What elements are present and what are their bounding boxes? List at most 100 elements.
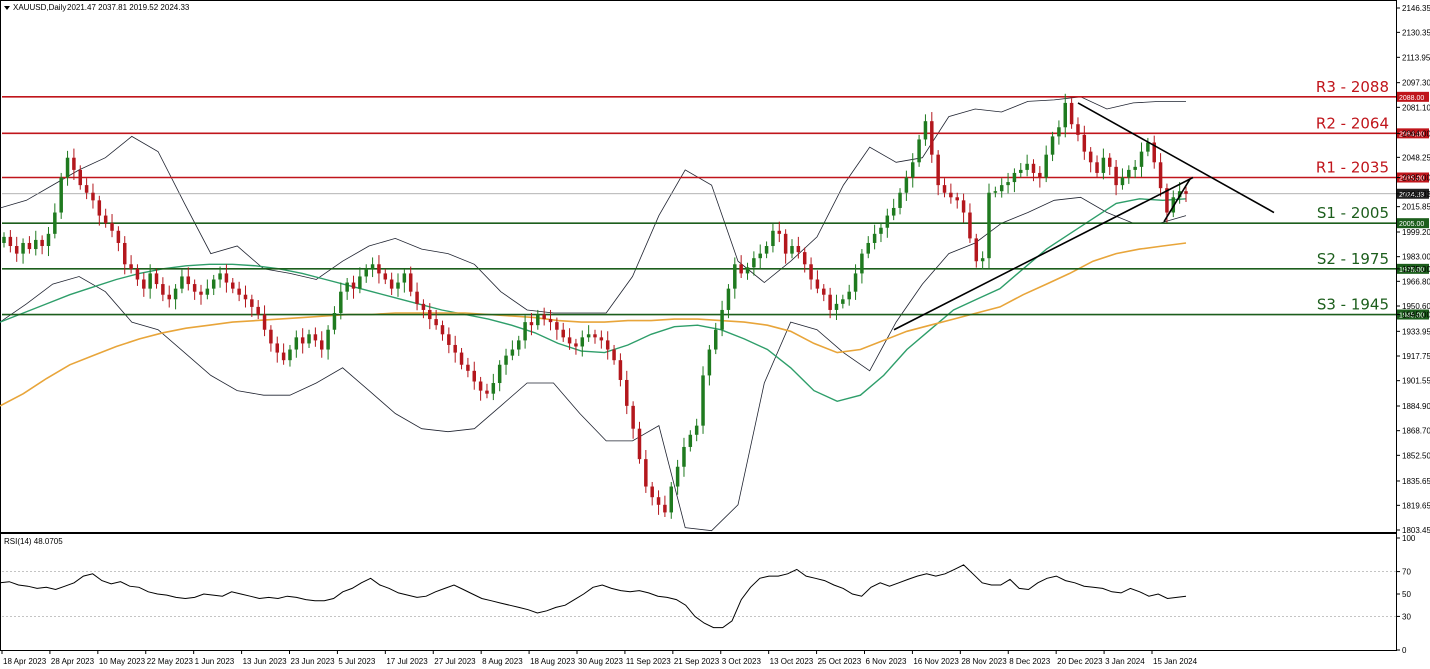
candle-body: [809, 264, 813, 280]
candle-body: [250, 299, 254, 307]
candle-body: [1076, 124, 1080, 135]
candle-body: [1088, 151, 1093, 163]
price-tick-label: 2064.00: [1402, 129, 1430, 138]
candle-body: [180, 276, 184, 289]
candle-body: [421, 303, 426, 310]
time-tick-label: 15 Jan 2024: [1153, 657, 1198, 666]
candle-body: [428, 309, 432, 320]
time-tick-label: 22 May 2023: [147, 657, 194, 666]
candle-body: [415, 291, 419, 304]
candle-body: [733, 264, 737, 289]
candle-body: [14, 246, 19, 254]
candle-body: [1101, 157, 1106, 173]
level-label-4: S2 - 1975: [1317, 250, 1389, 268]
price-tick-label: 2097.30: [1402, 79, 1430, 88]
candle-body: [59, 177, 63, 213]
candle-body: [650, 486, 654, 498]
candle-body: [917, 139, 921, 163]
candle-body: [103, 215, 108, 224]
candle-body: [923, 121, 928, 140]
candle-body: [256, 306, 260, 315]
candle-body: [364, 268, 368, 277]
price-tick-label: 1975.00: [1402, 265, 1430, 274]
candle-body: [516, 340, 521, 350]
price-tick-label: 1884.90: [1402, 402, 1430, 411]
candle-body: [561, 329, 565, 338]
candle-body: [148, 273, 152, 289]
time-tick-label: 3 Oct 2023: [722, 657, 762, 666]
candle-body: [402, 273, 407, 283]
candle-body: [1146, 142, 1150, 152]
candle-body: [510, 349, 515, 356]
rsi-tick-label: 0: [1402, 646, 1407, 655]
candle-body: [675, 466, 680, 487]
candle-body: [815, 279, 820, 289]
time-tick-label: 21 Sep 2023: [674, 657, 720, 666]
time-tick-label: 28 Apr 2023: [51, 657, 95, 666]
candle-body: [154, 273, 159, 285]
price-tick-label: 1999.20: [1402, 228, 1430, 237]
level-label-5: S3 - 1945: [1317, 296, 1389, 314]
candle-body: [694, 425, 699, 435]
candle-body: [599, 337, 604, 341]
candle-body: [942, 185, 947, 193]
time-tick-label: 25 Oct 2023: [818, 657, 862, 666]
candle-body: [644, 459, 648, 487]
candle-body: [122, 242, 127, 265]
candle-body: [46, 233, 51, 247]
price-tick-label: 2113.95: [1402, 53, 1430, 62]
candle-body: [612, 349, 616, 361]
candle-body: [955, 197, 959, 201]
candle-body: [72, 157, 76, 170]
candle-body: [34, 239, 38, 250]
candle-body: [84, 185, 89, 193]
candle-body: [1057, 127, 1061, 137]
candle-body: [332, 312, 337, 330]
rsi-label: RSI(14) 48.0705: [4, 537, 63, 546]
candle-body: [504, 355, 508, 365]
candle-body: [135, 268, 140, 280]
time-tick-label: 8 Dec 2023: [1009, 657, 1050, 666]
candle-body: [580, 337, 585, 347]
price-tick-label: 2015.85: [1402, 203, 1430, 212]
candle-body: [262, 314, 267, 330]
price-tick-label: 1819.65: [1402, 501, 1430, 510]
time-tick-label: 13 Oct 2023: [770, 657, 814, 666]
candle-body: [269, 329, 273, 344]
price-tick-label: 1966.80: [1402, 277, 1430, 286]
candle-body: [205, 288, 210, 295]
candle-body: [440, 325, 445, 335]
candle-body: [1139, 151, 1144, 167]
candle-body: [586, 334, 591, 338]
level-price-badge-text-0: 2088.00: [1399, 95, 1424, 102]
candle-body: [790, 246, 794, 254]
candle-body: [396, 282, 400, 289]
candle-body: [1012, 172, 1017, 183]
rsi-tick-label: 70: [1402, 568, 1411, 577]
candle-body: [771, 230, 775, 247]
candle-body: [974, 238, 979, 262]
candle-body: [8, 236, 13, 247]
candle-body: [1025, 163, 1029, 170]
chart-window: R3 - 2088 2088.00 R2 - 2064 2064.00 R1 - 203…: [0, 0, 1430, 669]
candle-body: [351, 282, 356, 289]
level-label-0: R3 - 2088: [1316, 78, 1389, 96]
candle-body: [434, 319, 438, 326]
candle-body: [186, 276, 191, 285]
candle-body: [720, 309, 724, 330]
candle-body: [739, 264, 743, 274]
time-tick-label: 27 Jul 2023: [434, 657, 476, 666]
candle-body: [485, 390, 489, 394]
candle-body: [745, 267, 750, 274]
chart-canvas: R3 - 2088 2088.00 R2 - 2064 2064.00 R1 - 203…: [0, 0, 1430, 669]
candle-body: [758, 253, 762, 259]
candle-body: [275, 343, 280, 353]
level-label-2: R1 - 2035: [1316, 159, 1389, 177]
price-tick-label: 2130.35: [1402, 28, 1430, 37]
candle-body: [97, 200, 102, 216]
candle-body: [910, 162, 915, 178]
candle-body: [1184, 191, 1188, 194]
candle-body: [1158, 162, 1163, 189]
candle-body: [713, 329, 718, 350]
candle-body: [129, 264, 133, 269]
